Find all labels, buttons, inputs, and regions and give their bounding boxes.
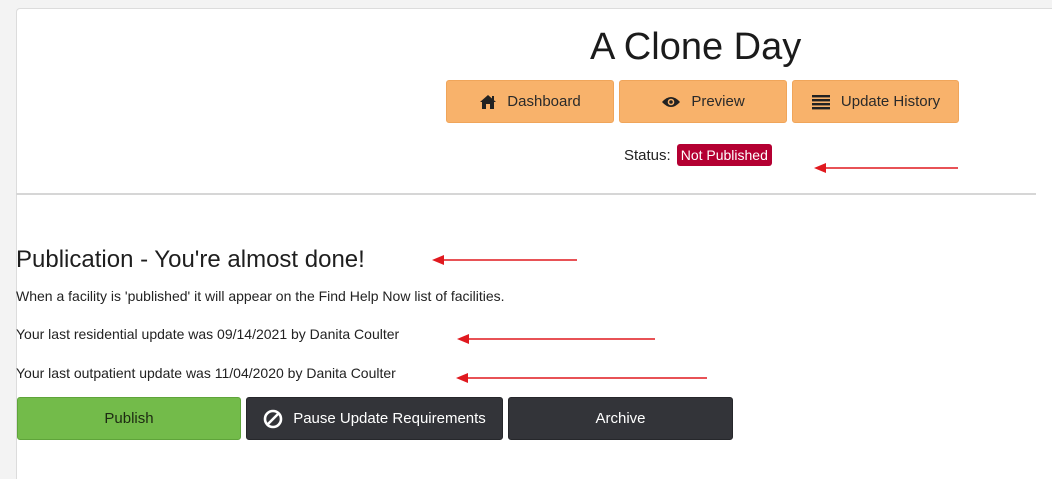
publish-button-label: Publish: [104, 410, 154, 427]
status-badge: Not Published: [676, 144, 772, 166]
archive-button[interactable]: Archive: [508, 397, 733, 440]
residential-update-text: Your last residential update was 09/14/2…: [16, 326, 400, 342]
publish-button[interactable]: Publish: [17, 397, 241, 440]
update-history-button[interactable]: Update History: [792, 80, 959, 123]
list-icon: [811, 94, 831, 110]
status-label: Status:: [624, 146, 671, 164]
publication-heading: Publication - You're almost done!: [16, 246, 365, 273]
update-history-button-label: Update History: [840, 93, 941, 110]
outpatient-update-text: Your last outpatient update was 11/04/20…: [16, 365, 396, 381]
preview-button-label: Preview: [691, 93, 745, 110]
dashboard-button[interactable]: Dashboard: [446, 80, 614, 123]
home-icon: [479, 94, 497, 110]
page-title: A Clone Day: [590, 26, 802, 68]
pause-update-requirements-button[interactable]: Pause Update Requirements: [246, 397, 503, 440]
preview-button[interactable]: Preview: [619, 80, 787, 123]
dashboard-button-label: Dashboard: [507, 93, 581, 110]
eye-icon: [661, 95, 681, 109]
ban-icon: [263, 409, 283, 429]
section-divider: [16, 193, 1036, 195]
status-row: Status: Not Published: [624, 144, 772, 166]
pause-button-label: Pause Update Requirements: [293, 410, 486, 427]
archive-button-label: Archive: [595, 410, 646, 427]
publication-description: When a facility is 'published' it will a…: [16, 288, 505, 304]
